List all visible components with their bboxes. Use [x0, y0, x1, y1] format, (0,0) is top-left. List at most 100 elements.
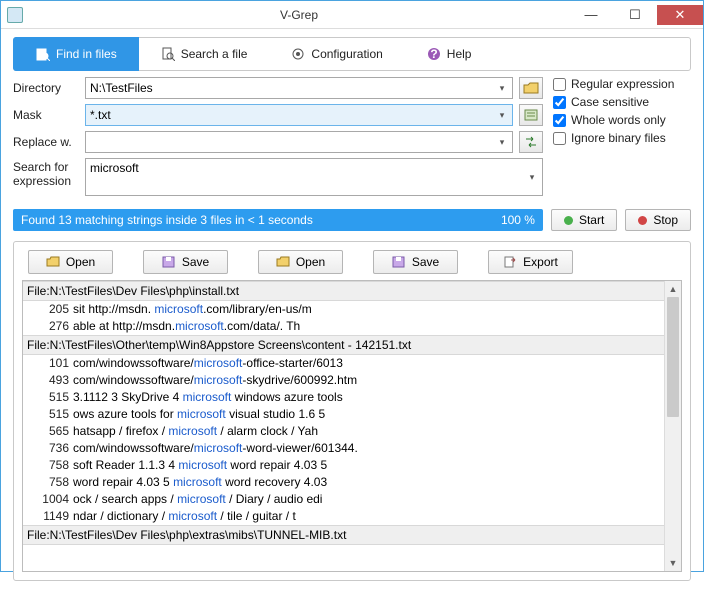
scroll-up-icon[interactable]: ▲	[665, 281, 681, 297]
match-highlight: microsoft	[177, 407, 226, 421]
browse-directory-button[interactable]	[519, 77, 543, 99]
directory-value: N:\TestFiles	[90, 81, 153, 95]
line-number: 736	[27, 441, 69, 455]
result-line[interactable]: 205 sit http://msdn. microsoft.com/librar…	[23, 301, 681, 318]
case-sensitive-label: Case sensitive	[571, 95, 649, 109]
line-text: ndar / dictionary / microsoft / tile / g…	[73, 509, 677, 523]
case-sensitive-checkbox[interactable]	[553, 96, 566, 109]
results-list[interactable]: File:N:\TestFiles\Dev Files\php\install.…	[22, 280, 682, 572]
match-highlight: microsoft	[177, 492, 226, 506]
whole-words-checkbox[interactable]	[553, 114, 566, 127]
match-highlight: microsoft	[183, 390, 232, 404]
result-line[interactable]: 758soft Reader 1.1.3 4 microsoft word re…	[23, 457, 681, 474]
help-icon: ?	[427, 47, 441, 61]
app-icon	[7, 7, 23, 23]
line-text: word repair 4.03 5 microsoft word recove…	[73, 475, 677, 489]
line-text: sit http://msdn. microsoft.com/library/e…	[73, 302, 677, 316]
svg-text:?: ?	[430, 47, 437, 61]
tab-configuration[interactable]: Configuration	[269, 38, 404, 70]
regex-label: Regular expression	[571, 77, 674, 91]
chevron-down-icon[interactable]: ▾	[494, 107, 510, 123]
tab-configuration-label: Configuration	[311, 47, 382, 61]
ignore-binary-checkbox[interactable]	[553, 132, 566, 145]
search-expression-label: Search for expression	[13, 158, 79, 188]
result-line[interactable]: 101com/windowssoftware/microsoft-office-…	[23, 355, 681, 372]
ignore-binary-label: Ignore binary files	[571, 131, 666, 145]
scroll-thumb[interactable]	[667, 297, 679, 417]
match-highlight: microsoft	[194, 373, 243, 387]
save-button-2[interactable]: Save	[373, 250, 458, 274]
results-scrollbar[interactable]: ▲ ▼	[664, 281, 681, 571]
open-button-2[interactable]: Open	[258, 250, 343, 274]
tab-help-label: Help	[447, 47, 472, 61]
mask-label: Mask	[13, 108, 79, 122]
start-button[interactable]: Start	[551, 209, 617, 231]
window-controls: — ☐ ✕	[569, 5, 703, 25]
gear-icon	[291, 47, 305, 61]
tab-help[interactable]: ? Help	[405, 38, 494, 70]
line-number: 205	[27, 302, 69, 316]
mask-value: *.txt	[90, 108, 111, 122]
minimize-button[interactable]: —	[569, 5, 613, 25]
search-expression-input[interactable]: microsoft ▾	[85, 158, 543, 196]
line-number: 515	[27, 390, 69, 404]
result-line[interactable]: 736com/windowssoftware/microsoft-word-vi…	[23, 440, 681, 457]
result-line[interactable]: 515ows azure tools for microsoft visual …	[23, 406, 681, 423]
directory-label: Directory	[13, 81, 79, 95]
stop-button[interactable]: Stop	[625, 209, 691, 231]
line-text: ock / search apps / microsoft / Diary / …	[73, 492, 677, 506]
file-header[interactable]: File:N:\TestFiles\Other\temp\Win8Appstor…	[23, 335, 681, 355]
result-line[interactable]: 493com/windowssoftware/microsoft-skydriv…	[23, 372, 681, 389]
tab-search-a-file-label: Search a file	[181, 47, 248, 61]
line-text: able at http://msdn.microsoft.com/data/.…	[73, 319, 677, 333]
close-button[interactable]: ✕	[657, 5, 703, 25]
start-icon	[564, 216, 573, 225]
export-button[interactable]: Export	[488, 250, 573, 274]
file-header[interactable]: File:N:\TestFiles\Dev Files\php\install.…	[23, 281, 681, 301]
result-line[interactable]: 5153.1112 3 SkyDrive 4 microsoft windows…	[23, 389, 681, 406]
result-line[interactable]: 1004 ock / search apps / microsoft / Diar…	[23, 491, 681, 508]
mask-settings-button[interactable]	[519, 104, 543, 126]
match-highlight: microsoft	[194, 441, 243, 455]
maximize-button[interactable]: ☐	[613, 5, 657, 25]
line-text: com/windowssoftware/microsoft-skydrive/6…	[73, 373, 677, 387]
line-text: hatsapp / firefox / microsoft / alarm cl…	[73, 424, 677, 438]
save-label-1: Save	[182, 255, 209, 269]
regex-checkbox[interactable]	[553, 78, 566, 91]
result-line[interactable]: 565hatsapp / firefox / microsoft / alarm…	[23, 423, 681, 440]
match-highlight: microsoft	[178, 458, 227, 472]
replace-action-button[interactable]	[519, 131, 543, 153]
match-highlight: microsoft	[168, 424, 217, 438]
line-number: 101	[27, 356, 69, 370]
stop-label: Stop	[653, 213, 678, 227]
result-line[interactable]: 758 word repair 4.03 5 microsoft word re…	[23, 474, 681, 491]
open-button-1[interactable]: Open	[28, 250, 113, 274]
status-bar: Found 13 matching strings inside 3 files…	[13, 209, 543, 231]
line-number: 1004	[27, 492, 69, 506]
replace-label: Replace w.	[13, 135, 79, 149]
match-highlight: microsoft	[194, 356, 243, 370]
line-number: 515	[27, 407, 69, 421]
directory-combo[interactable]: N:\TestFiles ▾	[85, 77, 513, 99]
line-number: 758	[27, 475, 69, 489]
export-label: Export	[523, 255, 558, 269]
file-header[interactable]: File:N:\TestFiles\Dev Files\php\extras\m…	[23, 525, 681, 545]
match-highlight: microsoft	[154, 302, 203, 316]
window-title: V-Grep	[29, 8, 569, 22]
chevron-down-icon[interactable]: ▾	[494, 134, 510, 150]
search-expression-value: microsoft	[90, 161, 139, 175]
result-line[interactable]: 276able at http://msdn.microsoft.com/dat…	[23, 318, 681, 335]
mask-combo[interactable]: *.txt ▾	[85, 104, 513, 126]
scroll-down-icon[interactable]: ▼	[665, 555, 681, 571]
tab-find-in-files-label: Find in files	[56, 47, 117, 61]
line-text: soft Reader 1.1.3 4 microsoft word repai…	[73, 458, 677, 472]
save-button-1[interactable]: Save	[143, 250, 228, 274]
search-file-icon	[161, 47, 175, 61]
chevron-down-icon[interactable]: ▾	[494, 80, 510, 96]
tab-find-in-files[interactable]: Find in files	[13, 37, 139, 71]
replace-combo[interactable]: ▾	[85, 131, 513, 153]
save-label-2: Save	[412, 255, 439, 269]
chevron-down-icon[interactable]: ▾	[524, 161, 540, 193]
result-line[interactable]: 1149ndar / dictionary / microsoft / tile…	[23, 508, 681, 525]
tab-search-a-file[interactable]: Search a file	[139, 38, 270, 70]
